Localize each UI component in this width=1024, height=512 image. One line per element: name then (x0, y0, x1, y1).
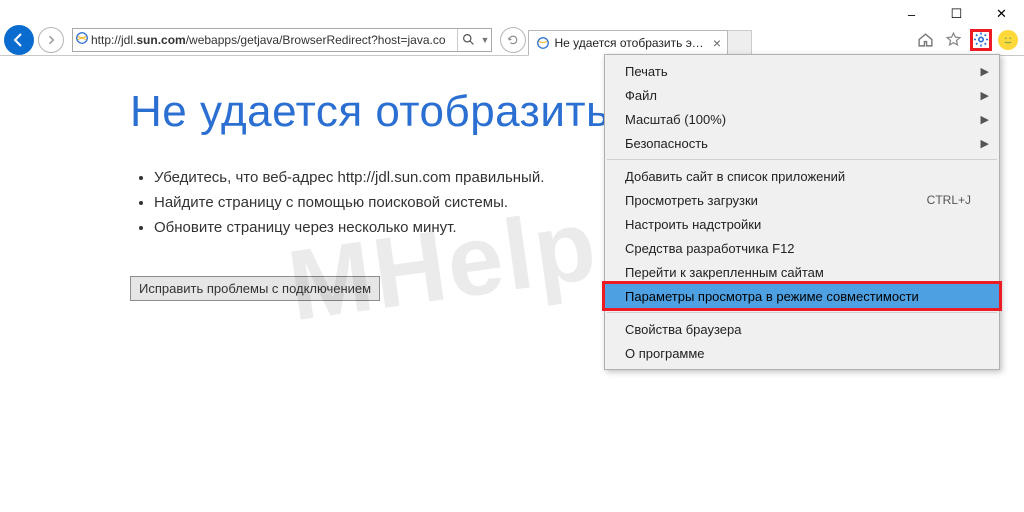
new-tab-button[interactable] (728, 30, 752, 56)
menu-item-print[interactable]: Печать▶ (605, 59, 999, 83)
chevron-right-icon: ▶ (981, 113, 989, 126)
chevron-right-icon: ▶ (981, 65, 989, 78)
tab-active[interactable]: Не удается отобразить эту... × (528, 30, 728, 56)
chevron-right-icon: ▶ (981, 137, 989, 150)
menu-item-zoom[interactable]: Масштаб (100%)▶ (605, 107, 999, 131)
menu-item-file[interactable]: Файл▶ (605, 83, 999, 107)
menu-item-add-to-apps[interactable]: Добавить сайт в список приложений (605, 164, 999, 188)
settings-gear-button[interactable] (970, 29, 992, 51)
search-icon[interactable] (457, 29, 479, 51)
fix-connection-button[interactable]: Исправить проблемы с подключением (130, 276, 380, 301)
ie-page-icon (535, 35, 550, 51)
close-glyph: ✕ (996, 6, 1007, 22)
settings-menu: Печать▶ Файл▶ Масштаб (100%)▶ Безопаснос… (604, 54, 1000, 370)
menu-item-safety[interactable]: Безопасность▶ (605, 131, 999, 155)
menu-item-compatibility-view-settings[interactable]: Параметры просмотра в режиме совместимос… (602, 281, 1002, 311)
address-bar[interactable]: http://jdl.sun.com/webapps/getjava/Brows… (72, 28, 492, 52)
menu-item-about[interactable]: О программе (605, 341, 999, 365)
menu-item-internet-options[interactable]: Свойства браузера (605, 317, 999, 341)
tab-close-button[interactable]: × (713, 35, 721, 51)
menu-item-f12-devtools[interactable]: Средства разработчика F12 (605, 236, 999, 260)
address-text: http://jdl.sun.com/webapps/getjava/Brows… (91, 33, 457, 47)
tab-title: Не удается отобразить эту... (554, 36, 706, 50)
menu-item-manage-addons[interactable]: Настроить надстройки (605, 212, 999, 236)
forward-button[interactable] (38, 27, 64, 53)
minimize-glyph: – (908, 7, 915, 22)
favorites-icon[interactable] (942, 29, 964, 51)
ie-page-icon (73, 31, 91, 48)
toolbar: http://jdl.sun.com/webapps/getjava/Brows… (0, 24, 1024, 56)
shortcut-label: CTRL+J (927, 193, 971, 207)
chevron-right-icon: ▶ (981, 89, 989, 102)
menu-item-view-downloads[interactable]: Просмотреть загрузкиCTRL+J (605, 188, 999, 212)
home-icon[interactable] (914, 29, 936, 51)
maximize-glyph: ☐ (951, 6, 963, 22)
feedback-smiley-icon[interactable] (998, 30, 1018, 50)
back-button[interactable] (4, 25, 34, 55)
refresh-button[interactable] (500, 27, 526, 53)
dropdown-icon[interactable]: ▼ (479, 35, 491, 45)
